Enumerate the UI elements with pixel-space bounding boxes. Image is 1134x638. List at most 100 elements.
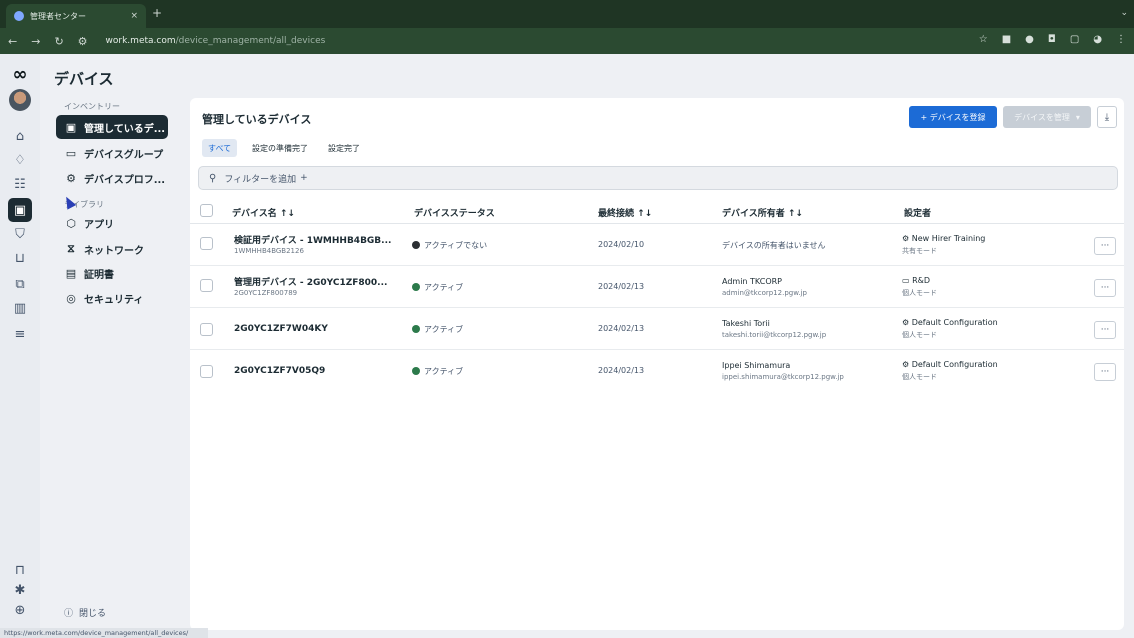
app-icon-rail: ∞ ⌂ ♢ ☷ ▣ ⛉ ⊔ ⧉ ▥ ≡ ⊓ ✱ ⊕ [0, 54, 40, 638]
people-icon[interactable]: ☷ [8, 172, 32, 196]
globe-icon[interactable]: ⊕ [8, 598, 32, 622]
select-all-checkbox[interactable] [200, 204, 213, 217]
reload-icon[interactable]: ↻ [54, 35, 63, 48]
owner-email: ippei.shimamura@tkcorp12.pgw.jp [722, 373, 844, 381]
add-filter-label: フィルターを追加 [224, 174, 297, 185]
column-device-status: デバイスステータス [414, 209, 495, 219]
download-button[interactable]: ⤓ [1097, 106, 1117, 128]
row-checkbox[interactable] [200, 365, 213, 378]
sidebar-item-apps[interactable]: ⬡ アプリ [56, 211, 168, 235]
tab-all[interactable]: すべて [202, 139, 238, 157]
extension-icon-2[interactable]: ● [1025, 34, 1034, 45]
org-chart-icon[interactable]: ⧉ [8, 272, 32, 296]
column-device-owner[interactable]: デバイス所有者 ↑↓ [722, 206, 803, 219]
sidebar-item-label: 証明書 [84, 269, 114, 281]
sidebar-item-label: ネットワーク [84, 245, 144, 257]
config-label: R&D [912, 276, 931, 285]
manage-devices-button[interactable]: デバイスを管理 ▾ [1003, 106, 1091, 128]
config-mode: 個人モード [902, 373, 937, 381]
column-device-name[interactable]: デバイス名 ↑↓ [232, 206, 295, 219]
puzzle-extensions-icon[interactable]: ◘ [1048, 34, 1056, 45]
add-filter-bar[interactable]: ⚲ フィルターを追加 + [198, 166, 1118, 190]
site-settings-icon[interactable]: ⚙ [78, 35, 88, 48]
sidebar-item-security[interactable]: ◎ セキュリティ [56, 286, 168, 310]
row-more-button[interactable]: ··· [1094, 279, 1116, 297]
status-label: アクティブ [424, 283, 464, 292]
config-name: ▭ R&D [902, 276, 930, 285]
new-tab-button[interactable]: + [152, 6, 162, 20]
sidebar-item-device-profiles[interactable]: ⚙ デバイスプロフ... [56, 166, 168, 190]
device-name[interactable]: 2G0YC1ZF7W04KY [234, 324, 328, 334]
add-filter-plus-icon: + [300, 173, 308, 183]
config-name: ⚙ Default Configuration [902, 318, 998, 327]
network-icon: ⧖ [67, 242, 75, 255]
status-label: アクティブ [424, 325, 464, 334]
config-icon: ⚙ [902, 234, 912, 243]
analytics-icon[interactable]: ▥ [8, 296, 32, 320]
device-status: アクティブ [412, 324, 463, 335]
sidebar-item-label: デバイスプロフ... [84, 174, 166, 186]
side-panel-icon[interactable]: ▢ [1070, 34, 1079, 45]
browser-tab-bar: 管理者センター × + ⌄ [0, 0, 1134, 28]
device-name[interactable]: 管理用デバイス - 2G0YC1ZF800... [234, 275, 387, 288]
device-name[interactable]: 2G0YC1ZF7V05Q9 [234, 366, 325, 376]
status-dot-icon [412, 367, 420, 375]
sidebar-item-device-groups[interactable]: ▭ デバイスグループ [56, 141, 168, 165]
tab-search-chevron-icon[interactable]: ⌄ [1120, 8, 1128, 18]
status-dot-icon [412, 325, 420, 333]
home-icon[interactable]: ⌂ [8, 124, 32, 148]
browser-tab[interactable]: 管理者センター × [6, 4, 146, 28]
cart-icon[interactable]: ⊔ [8, 246, 32, 270]
table-row[interactable]: 2G0YC1ZF7W04KY アクティブ 2024/02/13 Takeshi … [190, 310, 1124, 350]
row-more-button[interactable]: ··· [1094, 363, 1116, 381]
row-checkbox[interactable] [200, 279, 213, 292]
sidebar-item-label: 管理しているデ... [84, 123, 166, 135]
user-avatar[interactable] [8, 88, 32, 112]
sidebar-close-label: 閉じる [79, 609, 107, 619]
sidebar-item-certificates[interactable]: ▤ 証明書 [56, 261, 168, 285]
back-arrow-icon[interactable]: ← [8, 35, 17, 48]
extension-icon[interactable]: ■ [1002, 34, 1011, 45]
profile-avatar-icon[interactable]: ◕ [1093, 34, 1102, 45]
row-more-button[interactable]: ··· [1094, 237, 1116, 255]
browser-menu-icon[interactable]: ⋮ [1116, 34, 1126, 45]
status-label: アクティブ [424, 367, 464, 376]
device-name[interactable]: 検証用デバイス - 1WMHHB4BGB... [234, 233, 391, 246]
table-row[interactable]: 検証用デバイス - 1WMHHB4BGB... 1WMHHB4BGB2126 ア… [190, 226, 1124, 266]
config-icon: ⚙ [902, 318, 912, 327]
notifications-bell-icon[interactable]: ♢ [8, 148, 32, 172]
tab-configured[interactable]: 設定完了 [322, 139, 366, 157]
last-connected: 2024/02/10 [598, 240, 645, 249]
tab-ready-to-configure[interactable]: 設定の準備完了 [246, 139, 314, 157]
url-field[interactable]: work.meta.com/device_management/all_devi… [106, 36, 326, 46]
meta-favicon-icon [14, 11, 24, 21]
settings-sliders-icon[interactable]: ≡ [8, 322, 32, 346]
register-device-button[interactable]: + デバイスを登録 [909, 106, 997, 128]
tab-close-icon[interactable]: × [130, 11, 138, 21]
table-row[interactable]: 2G0YC1ZF7V05Q9 アクティブ 2024/02/13 Ippei Sh… [190, 352, 1124, 392]
sidebar-item-managed-devices[interactable]: ▣ 管理しているデ... [56, 115, 168, 139]
shield-rail-icon[interactable]: ⛉ [8, 222, 32, 246]
config-mode: 個人モード [902, 289, 937, 297]
meta-logo-icon[interactable]: ∞ [8, 62, 32, 86]
row-checkbox[interactable] [200, 237, 213, 250]
status-label: アクティブでない [424, 241, 488, 250]
folder-icon: ▭ [65, 146, 77, 160]
devices-headset-icon[interactable]: ▣ [8, 198, 32, 222]
table-header: デバイス名 ↑↓ デバイスステータス 最終接続 ↑↓ デバイス所有者 ↑↓ 設定… [190, 198, 1124, 224]
page-title: デバイス [54, 70, 114, 88]
config-icon: ⚙ [66, 171, 76, 185]
forward-arrow-icon[interactable]: → [31, 35, 40, 48]
collapse-circle-icon: ⓘ [64, 609, 74, 619]
row-checkbox[interactable] [200, 323, 213, 336]
column-last-connected[interactable]: 最終接続 ↑↓ [598, 206, 652, 219]
sidebar-collapse-button[interactable]: ⓘ 閉じる [64, 606, 106, 619]
sidebar-item-label: セキュリティ [84, 294, 144, 306]
config-name: ⚙ New Hirer Training [902, 234, 985, 243]
row-more-button[interactable]: ··· [1094, 321, 1116, 339]
bookmark-star-icon[interactable]: ☆ [979, 34, 988, 45]
sidebar-item-network[interactable]: ⧖ ネットワーク [56, 237, 168, 261]
table-row[interactable]: 管理用デバイス - 2G0YC1ZF800... 2G0YC1ZF800789 … [190, 268, 1124, 308]
device-owner: Takeshi Torii [722, 319, 770, 328]
avatar-image [9, 89, 31, 111]
